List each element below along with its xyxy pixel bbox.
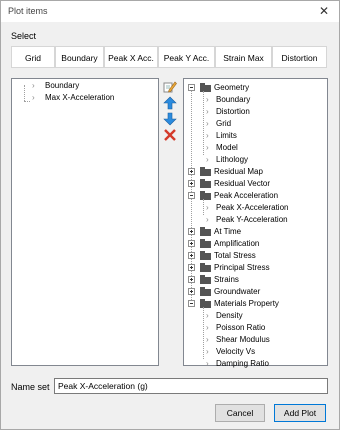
tree-leaf-label: Grid <box>216 119 232 128</box>
expand-toggle-icon[interactable] <box>188 252 195 259</box>
delete-x-icon[interactable] <box>163 128 177 142</box>
cancel-button[interactable]: Cancel <box>215 404 265 422</box>
tree-node-label: Amplification <box>214 239 260 248</box>
chevron-right-icon: › <box>32 93 35 102</box>
tree-node-label: Total Stress <box>214 251 256 260</box>
chevron-right-icon: › <box>206 311 209 320</box>
tree-node-label: Residual Vector <box>214 179 271 188</box>
name-set-label: Name set <box>11 382 50 392</box>
selected-items-list[interactable]: › Boundary › Max X-Acceleration <box>11 78 159 366</box>
chevron-right-icon: › <box>206 155 209 164</box>
tree-leaf-label: Limits <box>216 131 237 140</box>
expand-toggle-icon[interactable] <box>188 228 195 235</box>
tree-leaf-label: Poisson Ratio <box>216 323 266 332</box>
close-button[interactable]: ✕ <box>316 3 332 19</box>
folder-icon <box>200 299 211 308</box>
folder-icon <box>200 83 211 92</box>
title-bar: Plot items ✕ <box>0 0 340 22</box>
tree-node-label: At Time <box>214 227 242 236</box>
tree-node-label: Peak Acceleration <box>214 191 279 200</box>
collapse-toggle-icon[interactable] <box>188 192 195 199</box>
chevron-right-icon: › <box>32 81 35 90</box>
arrow-down-icon[interactable] <box>163 112 177 126</box>
select-peak-y-acc-button[interactable]: Peak Y Acc. <box>158 46 215 68</box>
expand-toggle-icon[interactable] <box>188 168 195 175</box>
folder-icon <box>200 263 211 272</box>
tree-leaf-label: Velocity Vs <box>216 347 256 356</box>
folder-icon <box>200 227 211 236</box>
tree-leaf-label: Peak X-Acceleration <box>216 203 289 212</box>
chevron-right-icon: › <box>206 95 209 104</box>
tree-node-label: Residual Map <box>214 167 263 176</box>
expand-toggle-icon[interactable] <box>188 180 195 187</box>
tree-connector <box>203 199 204 215</box>
pencil-edit-icon[interactable] <box>163 80 177 94</box>
expand-toggle-icon[interactable] <box>188 264 195 271</box>
tree-leaf-label: Model <box>216 143 238 152</box>
tree-connector <box>24 101 30 102</box>
tree-leaf-label: Lithology <box>216 155 249 164</box>
tree-connector <box>24 85 25 101</box>
tree-connector <box>203 91 204 155</box>
folder-icon <box>200 275 211 284</box>
folder-icon <box>200 239 211 248</box>
select-peak-x-acc-button[interactable]: Peak X Acc. <box>104 46 158 68</box>
expand-toggle-icon[interactable] <box>188 240 195 247</box>
chevron-right-icon: › <box>206 323 209 332</box>
window-title: Plot items <box>8 6 48 16</box>
selected-item-label: Max X-Acceleration <box>45 93 115 102</box>
folder-icon <box>200 191 211 200</box>
plot-items-tree[interactable]: Geometry › Boundary › Distortion › Grid › Li… <box>183 78 328 368</box>
tree-connector <box>203 307 204 359</box>
folder-icon <box>200 287 211 296</box>
chevron-right-icon: › <box>206 131 209 140</box>
tree-leaf-label: Distortion <box>216 107 250 116</box>
chevron-right-icon: › <box>206 347 209 356</box>
expand-toggle-icon[interactable] <box>188 276 195 283</box>
tree-leaf-label: Peak Y-Acceleration <box>216 215 288 224</box>
selected-item-label: Boundary <box>45 81 80 90</box>
tree-node-label: Groundwater <box>214 287 261 296</box>
folder-icon <box>200 179 211 188</box>
tree-node-label: Geometry <box>214 83 250 92</box>
tree-leaf-label: Boundary <box>216 95 251 104</box>
folder-icon <box>200 167 211 176</box>
tree-node-label: Principal Stress <box>214 263 270 272</box>
chevron-right-icon: › <box>206 215 209 224</box>
folder-icon <box>200 251 211 260</box>
tree-leaf-label: Density <box>216 311 243 320</box>
add-plot-button[interactable]: Add Plot <box>274 404 326 422</box>
chevron-right-icon: › <box>206 203 209 212</box>
chevron-right-icon: › <box>206 119 209 128</box>
chevron-right-icon: › <box>206 107 209 116</box>
select-grid-button[interactable]: Grid <box>11 46 55 68</box>
tree-node-label: Strains <box>214 275 239 284</box>
expand-toggle-icon[interactable] <box>188 288 195 295</box>
chevron-right-icon: › <box>206 143 209 152</box>
tree-node-label: Materials Property <box>214 299 279 308</box>
chevron-right-icon: › <box>206 359 209 368</box>
arrow-up-icon[interactable] <box>163 96 177 110</box>
select-strain-max-button[interactable]: Strain Max <box>215 46 272 68</box>
tree-leaf-label: Shear Modulus <box>216 335 270 344</box>
name-set-input[interactable] <box>54 378 328 394</box>
collapse-toggle-icon[interactable] <box>188 300 195 307</box>
chevron-right-icon: › <box>206 335 209 344</box>
select-boundary-button[interactable]: Boundary <box>55 46 104 68</box>
collapse-toggle-icon[interactable] <box>188 84 195 91</box>
tree-leaf-label: Damping Ratio <box>216 359 269 368</box>
select-label: Select <box>11 31 37 41</box>
select-distortion-button[interactable]: Distortion <box>272 46 327 68</box>
